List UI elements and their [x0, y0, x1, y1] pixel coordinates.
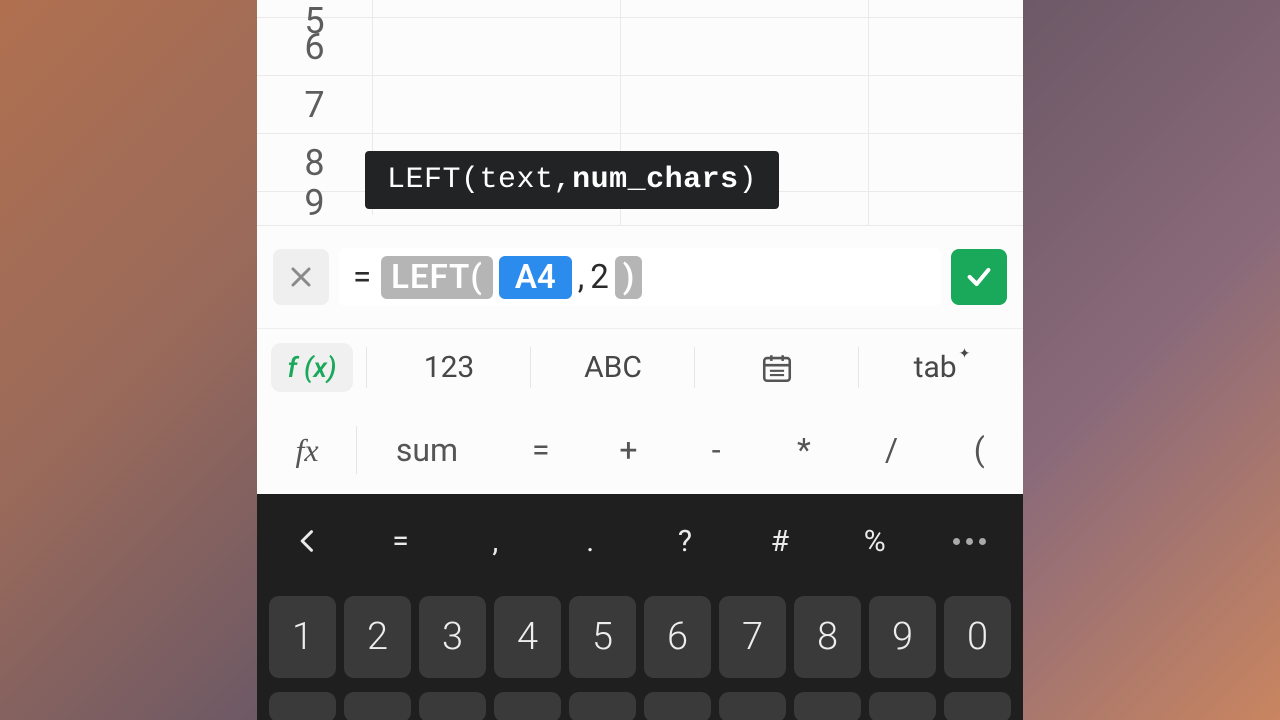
cell[interactable]: [869, 0, 1023, 17]
key-stub[interactable]: [344, 692, 411, 720]
cell[interactable]: [869, 76, 1023, 133]
soft-keyboard: = , . ? # % 1 2 3 4 5 6 7 8 9 0: [257, 494, 1023, 720]
cell[interactable]: [621, 76, 869, 133]
formula-token-paren: ): [615, 256, 643, 299]
tooltip-fn: LEFT: [387, 163, 461, 197]
spreadsheet-app: 5 6 7 8 9 LEFT: [257, 0, 1023, 720]
multiply-button[interactable]: *: [760, 406, 848, 494]
tooltip-arg2: num_chars: [572, 163, 739, 197]
key-0[interactable]: 0: [944, 596, 1011, 678]
key-9[interactable]: 9: [869, 596, 936, 678]
keyboard-number-row: 1 2 3 4 5 6 7 8 9 0: [263, 582, 1017, 678]
cell[interactable]: [621, 0, 869, 17]
key-7[interactable]: 7: [719, 596, 786, 678]
formula-token-cellref[interactable]: A4: [499, 256, 572, 299]
function-hint-tooltip: LEFT(text,num_chars): [365, 151, 779, 209]
confirm-button[interactable]: [951, 249, 1007, 305]
calendar-icon: [760, 351, 794, 385]
chevron-left-icon: [294, 521, 322, 561]
keyboard-mode-tabs: f (x) 123 ABC tab✦: [257, 328, 1023, 406]
key-1[interactable]: 1: [269, 596, 336, 678]
key-stub[interactable]: [719, 692, 786, 720]
function-shortcut-row: fx sum = + - * / (: [257, 406, 1023, 494]
row-header[interactable]: 6: [257, 18, 373, 75]
key-more[interactable]: [922, 500, 1017, 582]
cell[interactable]: [869, 192, 1023, 225]
key-3[interactable]: 3: [419, 596, 486, 678]
key-4[interactable]: 4: [494, 596, 561, 678]
sheet-row[interactable]: 5: [257, 0, 1023, 18]
sheet-row[interactable]: 6: [257, 18, 1023, 76]
key-stub[interactable]: [569, 692, 636, 720]
tab-123[interactable]: 123: [367, 329, 531, 406]
formula-token-function: LEFT(: [381, 256, 493, 299]
row-header[interactable]: 7: [257, 76, 373, 133]
key-stub[interactable]: [794, 692, 861, 720]
fx-chip-label: f (x): [271, 343, 352, 392]
keyboard-back-button[interactable]: [263, 500, 353, 582]
tab-abc[interactable]: ABC: [531, 329, 695, 406]
key-hash[interactable]: #: [732, 500, 827, 582]
lparen-button[interactable]: (: [935, 406, 1023, 494]
formula-token-equals: =: [349, 258, 375, 297]
tab-tab[interactable]: tab✦: [859, 329, 1023, 406]
minus-button[interactable]: -: [672, 406, 760, 494]
tab-date[interactable]: [695, 329, 859, 406]
tab-star-icon: ✦: [959, 346, 971, 362]
cell[interactable]: [373, 0, 621, 17]
key-dot[interactable]: .: [543, 500, 638, 582]
equals-button[interactable]: =: [497, 406, 585, 494]
tab-fx[interactable]: f (x): [257, 329, 367, 406]
sheet-row[interactable]: 7: [257, 76, 1023, 134]
spreadsheet-grid[interactable]: 5 6 7 8 9 LEFT: [257, 0, 1023, 226]
tooltip-arg1: text: [480, 163, 554, 197]
more-icon: [953, 538, 986, 545]
cell[interactable]: [373, 76, 621, 133]
key-8[interactable]: 8: [794, 596, 861, 678]
key-percent[interactable]: %: [827, 500, 922, 582]
check-icon: [965, 263, 993, 291]
key-comma[interactable]: ,: [448, 500, 543, 582]
keyboard-partial-row: [263, 678, 1017, 720]
key-stub[interactable]: [644, 692, 711, 720]
sum-button[interactable]: sum: [357, 406, 497, 494]
formula-token-comma: ,: [578, 258, 585, 297]
cell[interactable]: [621, 18, 869, 75]
cancel-button[interactable]: [273, 249, 329, 305]
key-6[interactable]: 6: [644, 596, 711, 678]
key-stub[interactable]: [494, 692, 561, 720]
key-question[interactable]: ?: [638, 500, 733, 582]
plus-button[interactable]: +: [585, 406, 673, 494]
formula-token-number: 2: [590, 258, 609, 297]
keyboard-symbol-row: = , . ? # %: [263, 500, 1017, 582]
fx-button[interactable]: fx: [257, 406, 357, 494]
key-stub[interactable]: [869, 692, 936, 720]
row-header[interactable]: 9: [257, 182, 373, 215]
key-equals[interactable]: =: [353, 500, 448, 582]
cell[interactable]: [869, 18, 1023, 75]
divide-button[interactable]: /: [848, 406, 936, 494]
key-stub[interactable]: [944, 692, 1011, 720]
formula-input[interactable]: = LEFT( A4 ,2 ): [339, 248, 941, 306]
key-2[interactable]: 2: [344, 596, 411, 678]
key-5[interactable]: 5: [569, 596, 636, 678]
key-stub[interactable]: [419, 692, 486, 720]
close-icon: [289, 265, 313, 289]
formula-bar: = LEFT( A4 ,2 ): [257, 226, 1023, 328]
row-header[interactable]: 5: [257, 0, 373, 17]
cell[interactable]: [869, 134, 1023, 191]
key-stub[interactable]: [269, 692, 336, 720]
cell[interactable]: [373, 18, 621, 75]
